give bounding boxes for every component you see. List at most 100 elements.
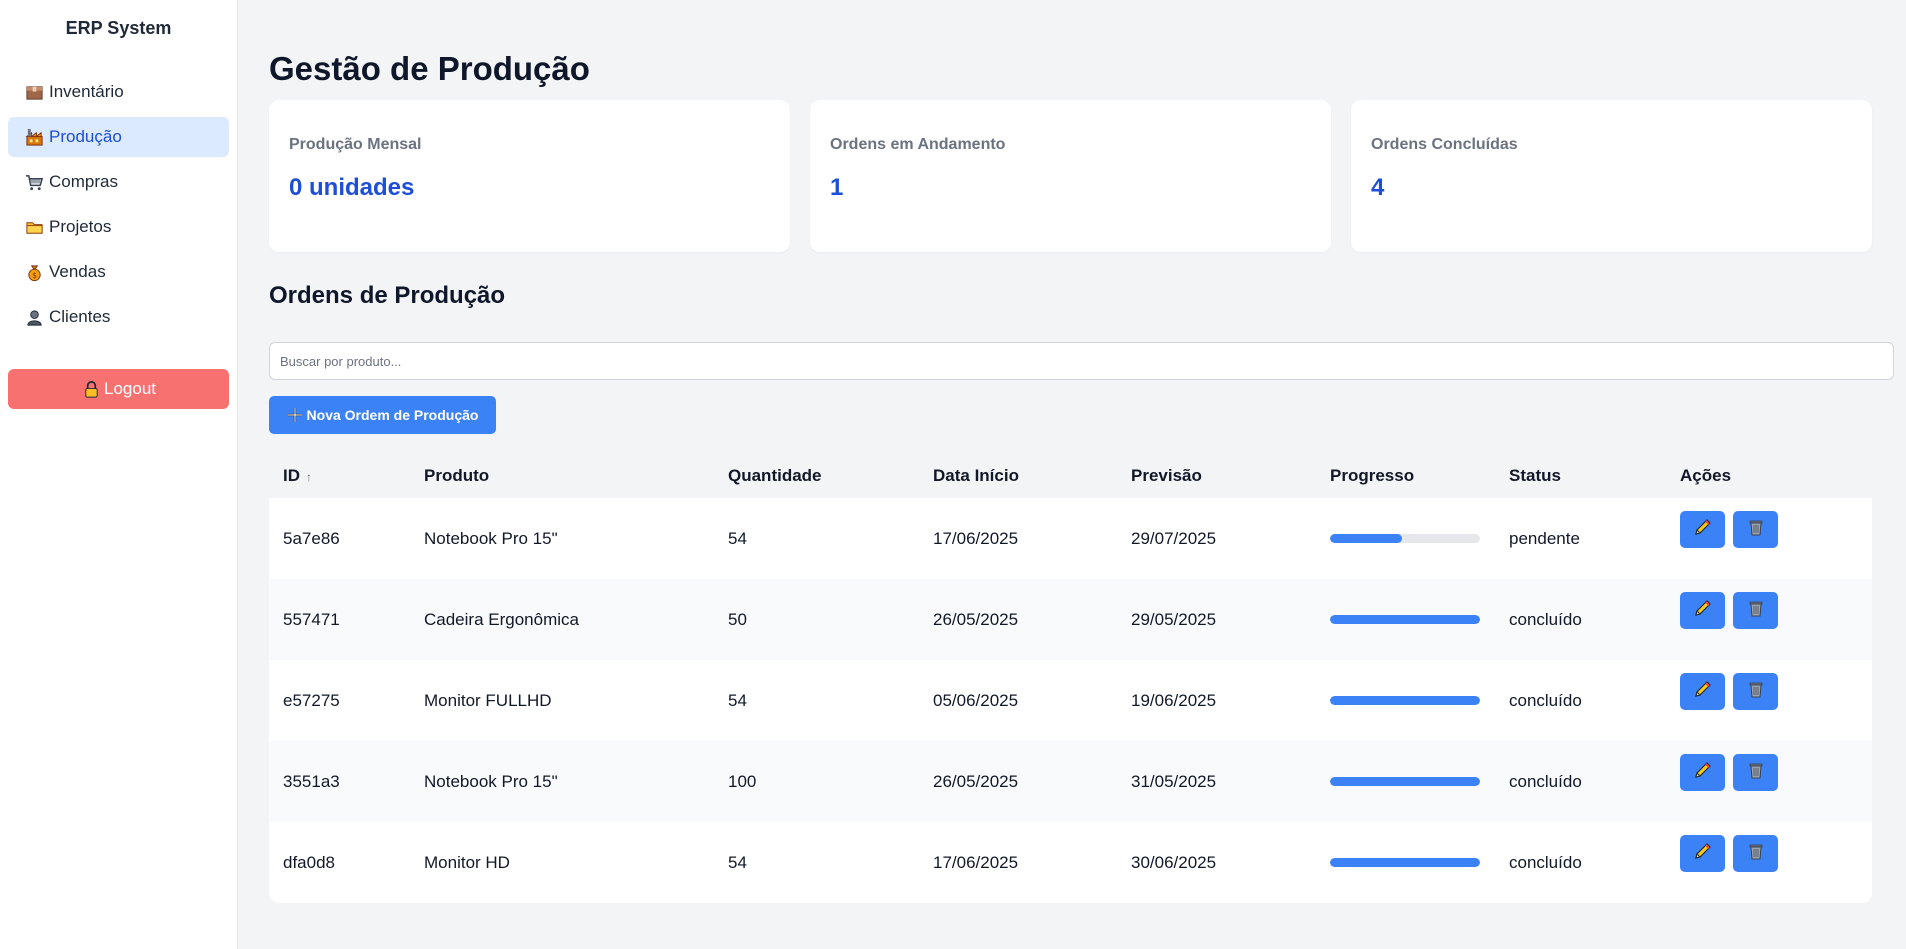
progress-bar [1330,858,1480,867]
cell-acoes [1666,498,1872,579]
new-order-button[interactable]: Nova Ordem de Produção [269,396,496,434]
delete-button[interactable] [1733,754,1778,791]
sidebar-item-label: Produção [49,127,122,146]
stat-card-producao-mensal: Produção Mensal 0 unidades [269,100,790,252]
search-input[interactable] [269,342,1894,380]
cell-acoes [1666,660,1872,741]
app-title: ERP System [65,18,172,38]
cell-produto: Notebook Pro 15" [424,771,558,791]
cell-progresso [1316,498,1495,579]
folder-icon [24,217,44,237]
cell-quantidade: 54 [728,852,747,872]
table-row: 3551a3 Notebook Pro 15" 100 26/05/2025 31/05… [269,741,1872,822]
edit-button[interactable] [1680,754,1725,791]
sidebar-item-producao[interactable]: Produção [8,117,229,157]
logout-button[interactable]: Logout [8,369,229,409]
cell-quantidade: 54 [728,690,747,710]
header-produto[interactable]: Produto [410,454,714,498]
sidebar-item-compras[interactable]: Compras [8,162,229,202]
page-title: Gestão de Produção [269,50,590,87]
pencil-icon [1692,516,1714,543]
stat-card-ordens-andamento: Ordens em Andamento 1 [810,100,1331,252]
delete-button[interactable] [1733,511,1778,548]
edit-button[interactable] [1680,835,1725,872]
progress-bar [1330,615,1480,624]
cell-progresso [1316,822,1495,903]
header-quantidade[interactable]: Quantidade [714,454,919,498]
section-title: Ordens de Produção [269,282,506,309]
sidebar-item-label: Inventário [49,82,124,101]
progress-bar-fill [1330,777,1480,786]
main-content: Gestão de Produção Produção Mensal 0 uni… [269,0,1894,903]
cell-data-inicio: 17/06/2025 [933,852,1019,872]
sidebar-item-projetos[interactable]: Projetos [8,207,229,247]
progress-bar-fill [1330,615,1480,624]
cell-data-inicio: 05/06/2025 [933,690,1019,710]
cell-status: pendente [1509,528,1580,548]
progress-bar-fill [1330,534,1402,543]
progress-bar [1330,777,1480,786]
new-order-label: Nova Ordem de Produção [306,407,479,423]
header-id[interactable]: ID ↑ [269,454,410,498]
money-bag-icon: $ [24,262,44,282]
header-acoes: Ações [1680,466,1732,485]
stat-value: 0 unidades [289,174,415,201]
sidebar-item-inventario[interactable]: Inventário [8,72,229,112]
logout-label: Logout [104,379,156,398]
sidebar-nav: Inventário Produção Compras Projetos $ V… [0,72,237,337]
cell-data-inicio: 26/05/2025 [933,771,1019,791]
trash-icon [1745,516,1767,543]
header-previsao[interactable]: Previsão [1117,454,1316,498]
table-row: dfa0d8 Monitor HD 54 17/06/2025 30/06/2025 co… [269,822,1872,903]
cell-produto: Monitor HD [424,852,510,872]
stat-label: Ordens em Andamento [830,136,1006,153]
edit-button[interactable] [1680,511,1725,548]
table-row: 557471 Cadeira Ergonômica 50 26/05/2025 29/0… [269,579,1872,660]
cell-progresso [1316,741,1495,822]
cell-id: 5a7e86 [283,528,340,548]
cell-status: concluído [1509,771,1582,791]
cell-acoes [1666,741,1872,822]
cell-data-inicio: 17/06/2025 [933,528,1019,548]
pencil-icon [1692,678,1714,705]
progress-bar-fill [1330,858,1480,867]
header-progresso[interactable]: Progresso [1316,454,1495,498]
cell-id: e57275 [283,690,340,710]
cell-quantidade: 54 [728,528,747,548]
delete-button[interactable] [1733,835,1778,872]
stat-value: 1 [830,174,844,201]
cell-produto: Cadeira Ergonômica [424,609,579,629]
cell-progresso [1316,579,1495,660]
progress-bar-fill [1330,696,1480,705]
package-icon [24,82,44,102]
plus-icon [287,408,302,422]
delete-button[interactable] [1733,592,1778,629]
cell-id: dfa0d8 [283,852,335,872]
progress-bar [1330,534,1480,543]
sidebar-item-label: Projetos [49,217,112,236]
edit-button[interactable] [1680,592,1725,629]
sidebar-item-label: Compras [49,172,118,191]
cell-previsao: 29/05/2025 [1131,609,1217,629]
trash-icon [1745,597,1767,624]
sidebar-item-clientes[interactable]: Clientes [8,297,229,337]
pencil-icon [1692,597,1714,624]
header-data-inicio[interactable]: Data Início [919,454,1117,498]
cell-previsao: 19/06/2025 [1131,690,1217,710]
orders-table: ID ↑ Produto Quantidade Data Início Previ… [269,454,1872,903]
delete-button[interactable] [1733,673,1778,710]
cell-previsao: 31/05/2025 [1131,771,1217,791]
sidebar-item-label: Clientes [49,307,111,326]
trash-icon [1745,678,1767,705]
cell-status: concluído [1509,852,1582,872]
stat-value: 4 [1371,174,1385,201]
cell-produto: Notebook Pro 15" [424,528,558,548]
cell-acoes [1666,822,1872,903]
header-status[interactable]: Status [1495,454,1666,498]
cell-status: concluído [1509,609,1582,629]
svg-text:$: $ [32,271,37,280]
sidebar-item-vendas[interactable]: $ Vendas [8,252,229,292]
edit-button[interactable] [1680,673,1725,710]
cell-produto: Monitor FULLHD [424,690,552,710]
sidebar-item-label: Vendas [49,262,106,281]
